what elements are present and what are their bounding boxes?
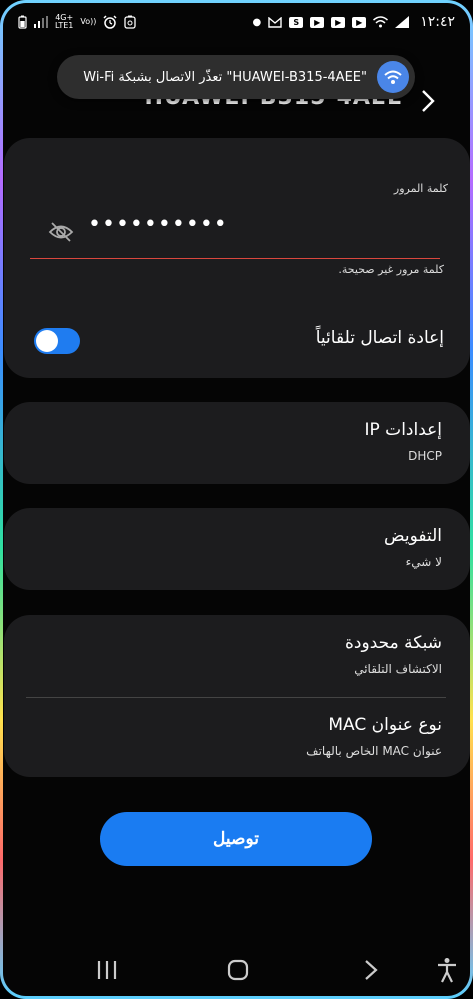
back-button[interactable] — [356, 955, 386, 985]
home-icon — [227, 959, 249, 981]
recent-apps-button[interactable] — [92, 955, 122, 985]
proxy-title: التفويض — [384, 526, 442, 546]
youtube-icon-2: ▶ — [331, 16, 346, 28]
auto-reconnect-label: إعادة اتصال تلقائياً — [315, 328, 444, 348]
password-field[interactable]: •••••••••• — [30, 210, 440, 259]
back-chevron-icon — [365, 960, 378, 980]
mac-type-title: نوع عنوان MAC — [328, 715, 442, 735]
youtube-icon: ▶ — [310, 16, 325, 28]
alarm-icon — [103, 15, 117, 29]
youtube-icon-3: ▶ — [352, 16, 367, 28]
ip-settings-title: إعدادات IP — [364, 420, 442, 440]
toggle-knob — [36, 330, 58, 352]
wifi-status-icon — [373, 16, 389, 28]
ip-settings-value: DHCP — [408, 449, 442, 463]
gmail-icon — [268, 16, 282, 28]
signal-icon — [34, 16, 48, 28]
status-bar-left: 4G+ LTE1 Vo)) — [18, 13, 137, 30]
divider — [26, 697, 446, 698]
home-button[interactable] — [223, 955, 253, 985]
battery-icon — [18, 15, 27, 29]
auto-reconnect-toggle[interactable] — [34, 328, 80, 354]
accessibility-button[interactable] — [432, 955, 462, 985]
signal-strength-icon — [395, 16, 410, 28]
accessibility-icon — [438, 958, 456, 983]
password-error: كلمة مرور غير صحيحة. — [338, 263, 444, 276]
dot-icon: ● — [252, 16, 262, 28]
ip-settings-row[interactable]: إعدادات IP DHCP — [4, 402, 470, 484]
proxy-value: لا شيء — [405, 555, 442, 569]
password-card: كلمة المرور •••••••••• كلمة مرور غير صحي… — [4, 138, 470, 378]
metered-value: الاكتشاف التلقائي — [354, 662, 442, 676]
navigation-bar — [0, 945, 473, 993]
wifi-icon — [377, 61, 409, 93]
wifi-error-toast: "HUAWEI-B315-4AEE" تعذّر الاتصال بشبكة W… — [57, 55, 415, 99]
volte-indicator: Vo)) — [80, 17, 97, 26]
mac-type-value: عنوان MAC الخاص بالهاتف — [306, 744, 442, 758]
password-label: كلمة المرور — [393, 182, 448, 195]
status-bar-right: ● S ▶ ▶ ▶ ١٢:٤٢ — [252, 14, 455, 30]
toast-message: "HUAWEI-B315-4AEE" تعذّر الاتصال بشبكة W… — [83, 69, 367, 85]
hide-password-icon[interactable] — [48, 220, 74, 244]
network-type: 4G+ LTE1 — [55, 13, 74, 30]
metered-title: شبكة محدودة — [345, 633, 442, 653]
clock: ١٢:٤٢ — [420, 14, 455, 30]
chevron-right-icon[interactable] — [413, 86, 443, 116]
status-bar: 4G+ LTE1 Vo)) ● S ▶ ▶ ▶ ١٢:٤٢ — [18, 10, 455, 34]
connect-button[interactable]: توصيل — [100, 812, 372, 866]
password-input[interactable]: •••••••••• — [88, 212, 228, 237]
recent-apps-icon — [97, 961, 117, 979]
proxy-row[interactable]: التفويض لا شيء — [4, 508, 470, 590]
advanced-card: شبكة محدودة الاكتشاف التلقائي نوع عنوان … — [4, 615, 470, 777]
shazam-icon: S — [289, 16, 304, 28]
recycle-icon — [124, 15, 137, 29]
